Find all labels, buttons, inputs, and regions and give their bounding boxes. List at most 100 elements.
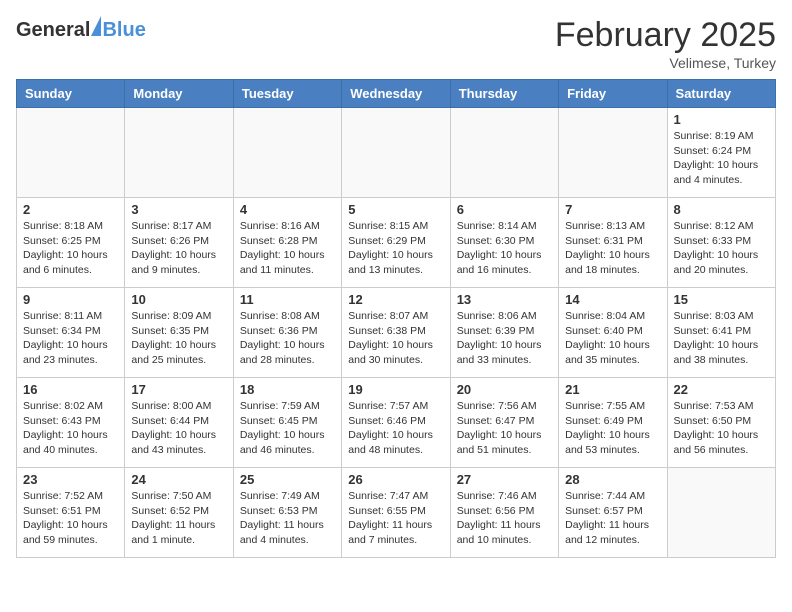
- calendar-cell: 11 Sunrise: 8:08 AM Sunset: 6:36 PM Dayli…: [233, 288, 341, 378]
- calendar-cell: 15Sunrise: 8:03 AM Sunset: 6:41 PM Dayli…: [667, 288, 775, 378]
- day-number: 14: [565, 292, 660, 307]
- weekday-header-monday: Monday: [125, 80, 233, 108]
- day-info: Sunrise: 8:06 AM Sunset: 6:39 PM Dayligh…: [457, 309, 552, 368]
- day-number: 23: [23, 472, 118, 487]
- day-number: 24: [131, 472, 226, 487]
- calendar-cell: [125, 108, 233, 198]
- day-info: Sunrise: 7:59 AM Sunset: 6:45 PM Dayligh…: [240, 399, 335, 458]
- calendar-cell: 21Sunrise: 7:55 AM Sunset: 6:49 PM Dayli…: [559, 378, 667, 468]
- calendar-week-2: 9Sunrise: 8:11 AM Sunset: 6:34 PM Daylig…: [17, 288, 776, 378]
- calendar-cell: 13 Sunrise: 8:06 AM Sunset: 6:39 PM Dayli…: [450, 288, 558, 378]
- day-number: 3: [131, 202, 226, 217]
- day-number: 1: [674, 112, 769, 127]
- weekday-header-sunday: Sunday: [17, 80, 125, 108]
- day-info: Sunrise: 7:46 AM Sunset: 6:56 PM Dayligh…: [457, 489, 552, 548]
- day-number: 16: [23, 382, 118, 397]
- day-info: Sunrise: 7:56 AM Sunset: 6:47 PM Dayligh…: [457, 399, 552, 458]
- calendar-cell: 7 Sunrise: 8:13 AM Sunset: 6:31 PM Daylig…: [559, 198, 667, 288]
- calendar-cell: 19 Sunrise: 7:57 AM Sunset: 6:46 PM Dayli…: [342, 378, 450, 468]
- day-number: 15: [674, 292, 769, 307]
- location-label: Velimese, Turkey: [555, 55, 776, 71]
- day-number: 27: [457, 472, 552, 487]
- logo-triangle-icon: [91, 16, 101, 36]
- calendar-cell: 4Sunrise: 8:16 AM Sunset: 6:28 PM Daylig…: [233, 198, 341, 288]
- calendar-week-3: 16 Sunrise: 8:02 AM Sunset: 6:43 PM Dayli…: [17, 378, 776, 468]
- logo-text: General Blue: [16, 16, 146, 42]
- calendar-week-4: 23 Sunrise: 7:52 AM Sunset: 6:51 PM Dayli…: [17, 468, 776, 558]
- day-info: Sunrise: 7:47 AM Sunset: 6:55 PM Dayligh…: [348, 489, 443, 548]
- weekday-header-saturday: Saturday: [667, 80, 775, 108]
- calendar-cell: 28 Sunrise: 7:44 AM Sunset: 6:57 PM Dayli…: [559, 468, 667, 558]
- month-title: February 2025: [555, 16, 776, 55]
- day-number: 19: [348, 382, 443, 397]
- day-number: 7: [565, 202, 660, 217]
- day-number: 13: [457, 292, 552, 307]
- calendar-cell: 10 Sunrise: 8:09 AM Sunset: 6:35 PM Dayli…: [125, 288, 233, 378]
- day-number: 20: [457, 382, 552, 397]
- calendar-cell: 3 Sunrise: 8:17 AM Sunset: 6:26 PM Daylig…: [125, 198, 233, 288]
- day-info: Sunrise: 8:09 AM Sunset: 6:35 PM Dayligh…: [131, 309, 226, 368]
- calendar-cell: 9Sunrise: 8:11 AM Sunset: 6:34 PM Daylig…: [17, 288, 125, 378]
- day-info: Sunrise: 8:11 AM Sunset: 6:34 PM Dayligh…: [23, 309, 118, 368]
- calendar-cell: 18 Sunrise: 7:59 AM Sunset: 6:45 PM Dayli…: [233, 378, 341, 468]
- day-number: 18: [240, 382, 335, 397]
- day-number: 17: [131, 382, 226, 397]
- day-info: Sunrise: 7:53 AM Sunset: 6:50 PM Dayligh…: [674, 399, 769, 458]
- weekday-header-friday: Friday: [559, 80, 667, 108]
- day-info: Sunrise: 8:04 AM Sunset: 6:40 PM Dayligh…: [565, 309, 660, 368]
- day-number: 12: [348, 292, 443, 307]
- day-info: Sunrise: 7:50 AM Sunset: 6:52 PM Dayligh…: [131, 489, 226, 548]
- calendar-cell: 1 Sunrise: 8:19 AM Sunset: 6:24 PM Daylig…: [667, 108, 775, 198]
- day-number: 6: [457, 202, 552, 217]
- day-info: Sunrise: 8:16 AM Sunset: 6:28 PM Dayligh…: [240, 219, 335, 278]
- calendar-cell: [17, 108, 125, 198]
- calendar-week-1: 2 Sunrise: 8:18 AM Sunset: 6:25 PM Daylig…: [17, 198, 776, 288]
- day-number: 11: [240, 292, 335, 307]
- weekday-header-thursday: Thursday: [450, 80, 558, 108]
- calendar-cell: 2 Sunrise: 8:18 AM Sunset: 6:25 PM Daylig…: [17, 198, 125, 288]
- day-info: Sunrise: 8:17 AM Sunset: 6:26 PM Dayligh…: [131, 219, 226, 278]
- calendar-cell: 12 Sunrise: 8:07 AM Sunset: 6:38 PM Dayli…: [342, 288, 450, 378]
- day-info: Sunrise: 8:02 AM Sunset: 6:43 PM Dayligh…: [23, 399, 118, 458]
- day-info: Sunrise: 7:57 AM Sunset: 6:46 PM Dayligh…: [348, 399, 443, 458]
- day-number: 5: [348, 202, 443, 217]
- day-info: Sunrise: 8:00 AM Sunset: 6:44 PM Dayligh…: [131, 399, 226, 458]
- calendar-cell: 26 Sunrise: 7:47 AM Sunset: 6:55 PM Dayli…: [342, 468, 450, 558]
- calendar-cell: 8 Sunrise: 8:12 AM Sunset: 6:33 PM Daylig…: [667, 198, 775, 288]
- calendar-cell: [559, 108, 667, 198]
- day-info: Sunrise: 8:13 AM Sunset: 6:31 PM Dayligh…: [565, 219, 660, 278]
- calendar-cell: 23 Sunrise: 7:52 AM Sunset: 6:51 PM Dayli…: [17, 468, 125, 558]
- calendar-cell: [450, 108, 558, 198]
- day-number: 26: [348, 472, 443, 487]
- day-info: Sunrise: 7:49 AM Sunset: 6:53 PM Dayligh…: [240, 489, 335, 548]
- day-number: 22: [674, 382, 769, 397]
- calendar-cell: 17 Sunrise: 8:00 AM Sunset: 6:44 PM Dayli…: [125, 378, 233, 468]
- day-number: 8: [674, 202, 769, 217]
- day-number: 10: [131, 292, 226, 307]
- day-number: 28: [565, 472, 660, 487]
- day-info: Sunrise: 8:19 AM Sunset: 6:24 PM Dayligh…: [674, 129, 769, 188]
- calendar-table: SundayMondayTuesdayWednesdayThursdayFrid…: [16, 79, 776, 558]
- title-area: February 2025 Velimese, Turkey: [555, 16, 776, 71]
- weekday-header-tuesday: Tuesday: [233, 80, 341, 108]
- calendar-cell: 5Sunrise: 8:15 AM Sunset: 6:29 PM Daylig…: [342, 198, 450, 288]
- calendar-cell: 14 Sunrise: 8:04 AM Sunset: 6:40 PM Dayli…: [559, 288, 667, 378]
- calendar-cell: 20 Sunrise: 7:56 AM Sunset: 6:47 PM Dayli…: [450, 378, 558, 468]
- day-info: Sunrise: 7:55 AM Sunset: 6:49 PM Dayligh…: [565, 399, 660, 458]
- calendar-cell: 25Sunrise: 7:49 AM Sunset: 6:53 PM Dayli…: [233, 468, 341, 558]
- day-info: Sunrise: 8:07 AM Sunset: 6:38 PM Dayligh…: [348, 309, 443, 368]
- day-number: 2: [23, 202, 118, 217]
- calendar-cell: 27 Sunrise: 7:46 AM Sunset: 6:56 PM Dayli…: [450, 468, 558, 558]
- logo: General Blue: [16, 16, 146, 42]
- page-header: General Blue February 2025 Velimese, Tur…: [16, 16, 776, 71]
- logo-general: General: [16, 19, 90, 42]
- calendar-cell: 6Sunrise: 8:14 AM Sunset: 6:30 PM Daylig…: [450, 198, 558, 288]
- day-info: Sunrise: 7:52 AM Sunset: 6:51 PM Dayligh…: [23, 489, 118, 548]
- day-info: Sunrise: 8:12 AM Sunset: 6:33 PM Dayligh…: [674, 219, 769, 278]
- logo-blue: Blue: [102, 19, 145, 42]
- day-info: Sunrise: 7:44 AM Sunset: 6:57 PM Dayligh…: [565, 489, 660, 548]
- calendar-cell: 16 Sunrise: 8:02 AM Sunset: 6:43 PM Dayli…: [17, 378, 125, 468]
- day-info: Sunrise: 8:08 AM Sunset: 6:36 PM Dayligh…: [240, 309, 335, 368]
- calendar-cell: 22 Sunrise: 7:53 AM Sunset: 6:50 PM Dayli…: [667, 378, 775, 468]
- day-info: Sunrise: 8:18 AM Sunset: 6:25 PM Dayligh…: [23, 219, 118, 278]
